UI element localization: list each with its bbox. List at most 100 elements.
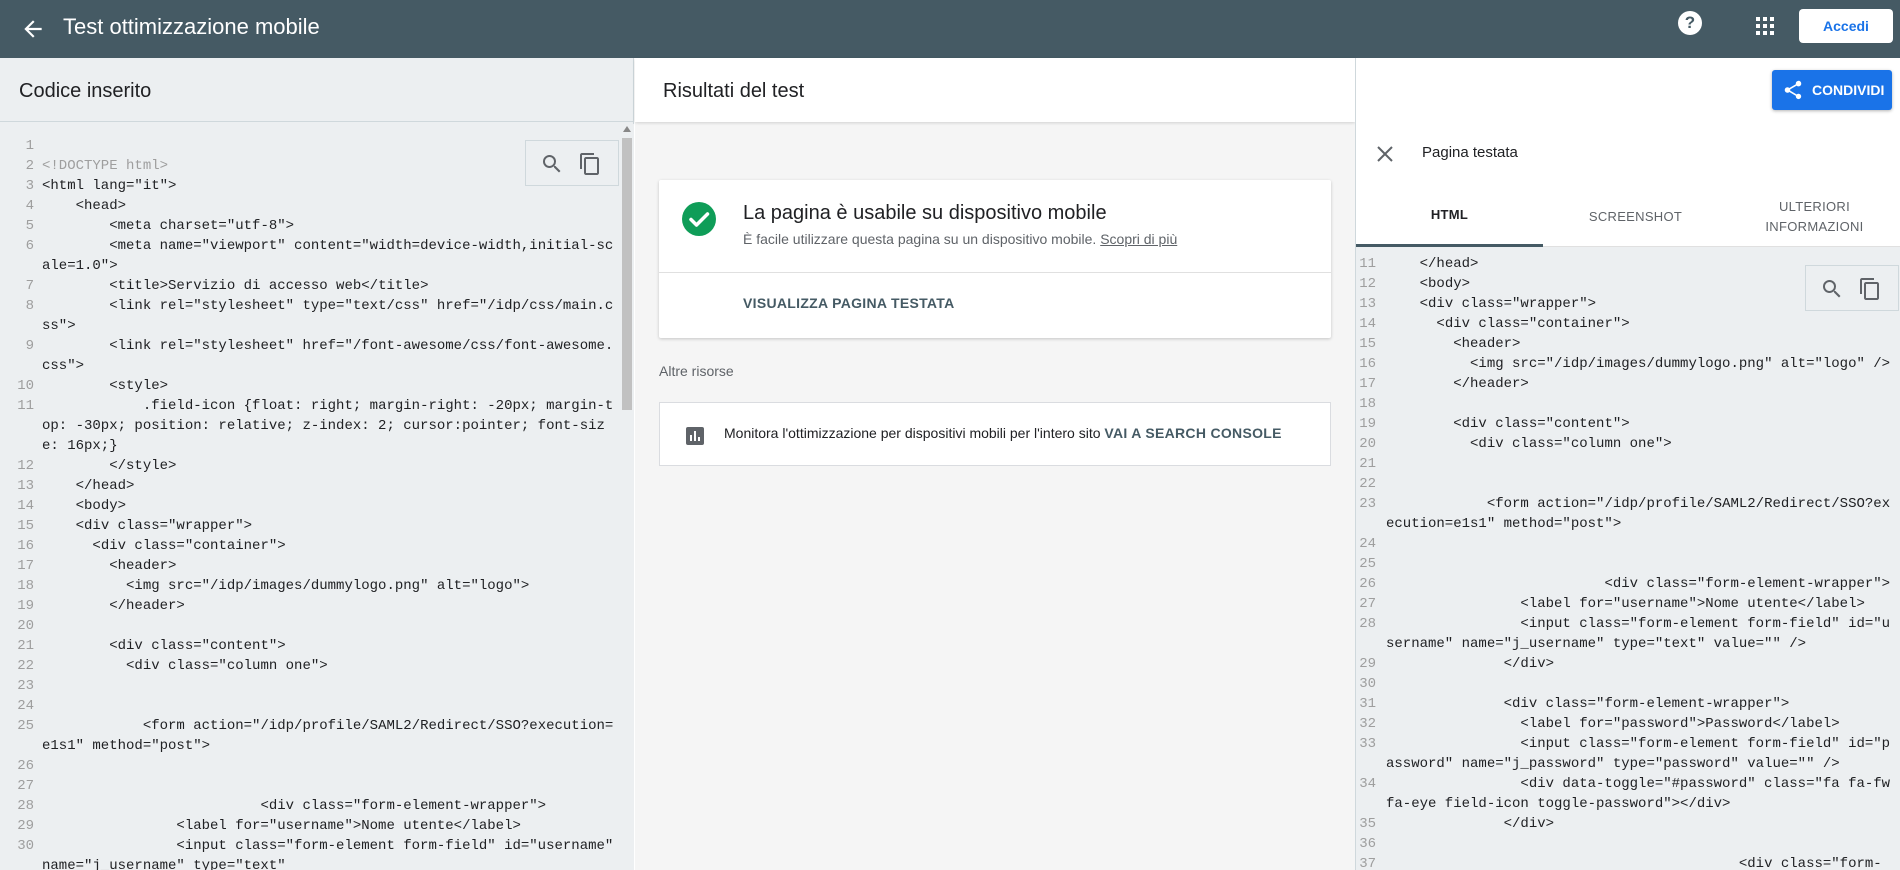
line-number: 3 [25, 178, 34, 194]
tested-html-code[interactable]: 11 </head> 12 <body> 13 <div class="wrappe… [1356, 248, 1900, 870]
line-content: <label for="username">Nome utente</label… [42, 818, 521, 834]
code-line: 18 <img src="/idp/images/dummylogo.png" … [0, 576, 620, 596]
line-number: 34 [1359, 776, 1376, 792]
line-content: <head> [42, 198, 127, 214]
search-console-link[interactable]: VAI A SEARCH CONSOLE [1104, 425, 1281, 441]
line-content: </header> [1386, 376, 1529, 392]
code-editor[interactable]: 1 2 <!DOCTYPE html> 3 <html lang="it"> 4 <hea… [0, 124, 620, 870]
line-content: <div class="column one"> [1386, 436, 1672, 452]
line-content: </div> [1386, 656, 1555, 672]
line-content: </head> [42, 478, 135, 494]
line-number: 11 [1359, 256, 1376, 272]
code-scrollbar[interactable] [620, 124, 634, 870]
code-line: 34 <div data-toggle="#password" class="f… [1356, 774, 1900, 814]
line-content: <div class="container"> [42, 538, 286, 554]
line-number: 14 [1359, 316, 1376, 332]
code-line: 17 <header> [0, 556, 620, 576]
line-number: 31 [1359, 696, 1376, 712]
line-content [42, 676, 620, 696]
line-content: <img src="/idp/images/dummylogo.png" alt… [42, 578, 530, 594]
copy-icon[interactable] [578, 152, 602, 176]
line-content: <div class="form- [1386, 856, 1882, 870]
code-line: 15 <div class="wrapper"> [0, 516, 620, 536]
copy-icon[interactable] [1858, 277, 1882, 301]
line-number: 15 [17, 518, 34, 534]
code-line: 35 </div> [1356, 814, 1900, 834]
resource-card: Monitora l'ottimizzazione per dispositiv… [659, 402, 1331, 466]
scroll-thumb[interactable] [622, 138, 632, 410]
line-content: </div> [1386, 816, 1555, 832]
share-button[interactable]: CONDIVIDI [1772, 70, 1892, 110]
line-number: 16 [1359, 356, 1376, 372]
search-icon[interactable] [540, 152, 564, 176]
line-content: <header> [1386, 336, 1521, 352]
line-number: 24 [17, 698, 34, 714]
code-line: 32 <label for="password">Password</label… [1356, 714, 1900, 734]
code-line: 4 <head> [0, 196, 620, 216]
line-number: 28 [1359, 616, 1376, 632]
code-line: 36 [1356, 834, 1900, 854]
code-line: 12 </style> [0, 456, 620, 476]
line-number: 36 [1359, 836, 1376, 852]
line-number: 27 [17, 778, 34, 794]
line-number: 5 [25, 218, 34, 234]
line-number: 9 [25, 338, 34, 354]
line-number: 26 [17, 758, 34, 774]
code-line: 20 [0, 616, 620, 636]
signin-button[interactable]: Accedi [1799, 9, 1893, 43]
result-title: La pagina è usabile su dispositivo mobil… [743, 202, 1107, 224]
check-circle-icon [682, 202, 716, 236]
scroll-up-arrow-icon[interactable] [623, 126, 631, 132]
card-divider [659, 272, 1331, 273]
code-line: 29 <label for="username">Nome utente</la… [0, 816, 620, 836]
code-line: 20 <div class="column one"> [1356, 434, 1900, 454]
top-app-bar: Test ottimizzazione mobile ? Accedi [0, 0, 1900, 58]
tested-page-panel: CONDIVIDI Pagina testata HTML SCREENSHOT… [1355, 58, 1900, 870]
tab-more-info[interactable]: ULTERIORI INFORMAZIONI [1728, 186, 1900, 247]
line-content [42, 776, 620, 796]
code-line: 29 </div> [1356, 654, 1900, 674]
line-number: 30 [17, 838, 34, 854]
line-content [1386, 474, 1900, 494]
line-number: 17 [1359, 376, 1376, 392]
line-number: 16 [17, 538, 34, 554]
tested-page-title: Pagina testata [1422, 144, 1518, 161]
line-number: 11 [17, 398, 34, 414]
code-line: 8 <link rel="stylesheet" type="text/css"… [0, 296, 620, 336]
line-content: <form action="/idp/profile/SAML2/Redirec… [1386, 496, 1891, 532]
code-line: 25 [1356, 554, 1900, 574]
back-arrow-icon[interactable] [20, 16, 46, 42]
line-number: 8 [25, 298, 34, 314]
code-line: 14 <body> [0, 496, 620, 516]
result-subtitle: È facile utilizzare questa pagina su un … [743, 231, 1177, 247]
search-icon[interactable] [1820, 277, 1844, 301]
line-number: 10 [17, 378, 34, 394]
close-icon[interactable] [1376, 145, 1394, 163]
line-content: <div class="wrapper"> [42, 518, 253, 534]
code-line: 5 <meta charset="utf-8"> [0, 216, 620, 236]
results-title: Risultati del test [663, 80, 805, 102]
view-tested-page-button[interactable]: VISUALIZZA PAGINA TESTATA [743, 295, 955, 311]
line-number: 1 [25, 138, 34, 154]
line-number: 33 [1359, 736, 1376, 752]
apps-grid-icon[interactable] [1756, 17, 1774, 35]
inserted-code-panel: Codice inserito 1 2 <!DOCTYPE html> 3 <html … [0, 58, 634, 870]
line-content: <form action="/idp/profile/SAML2/Redirec… [42, 718, 614, 754]
code-line: 13 </head> [0, 476, 620, 496]
line-content: .field-icon {float: right; margin-right:… [42, 398, 614, 454]
line-number: 21 [17, 638, 34, 654]
learn-more-link[interactable]: Scopri di più [1100, 231, 1177, 247]
line-content: <div data-toggle="#password" class="fa f… [1386, 776, 1899, 812]
line-number: 19 [17, 598, 34, 614]
help-icon[interactable]: ? [1678, 11, 1702, 35]
line-content: <div class="content"> [42, 638, 286, 654]
line-content: <meta name="viewport" content="width=dev… [42, 238, 614, 274]
bar-chart-icon [686, 427, 704, 445]
code-line: 25 <form action="/idp/profile/SAML2/Redi… [0, 716, 620, 756]
line-number: 4 [25, 198, 34, 214]
code-line: 27 [0, 776, 620, 796]
tab-html[interactable]: HTML [1356, 186, 1543, 247]
tab-screenshot[interactable]: SCREENSHOT [1543, 186, 1728, 247]
line-number: 22 [1359, 476, 1376, 492]
code-line: 30 <input class="form-element form-field… [0, 836, 620, 870]
